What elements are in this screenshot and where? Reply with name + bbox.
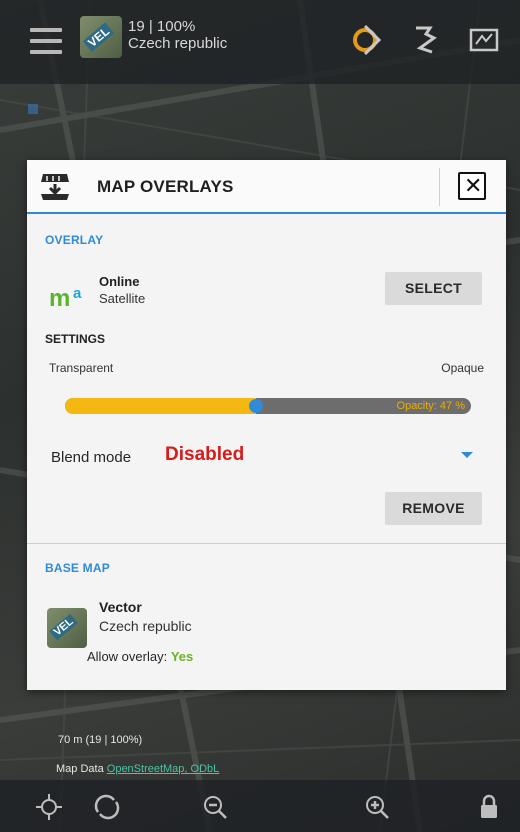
svg-text:m: m	[49, 285, 70, 308]
rotate-map-icon[interactable]	[94, 794, 120, 820]
overlay-type: Satellite	[99, 291, 146, 306]
map-attribution: Map Data OpenStreetMap, ODbL	[56, 763, 219, 775]
map-data-label: Map Data	[56, 763, 104, 775]
menu-icon[interactable]	[30, 28, 62, 54]
allow-overlay: Allow overlay: Yes	[87, 649, 193, 664]
dropdown-arrow-icon[interactable]	[461, 452, 473, 458]
map-status: 19 | 100% Czech republic	[128, 18, 227, 52]
mapquest-logo-icon: m a	[49, 285, 82, 308]
lock-icon[interactable]	[476, 794, 502, 820]
zoom-in-icon[interactable]	[364, 794, 390, 820]
map-layers-icon	[41, 174, 69, 200]
svg-text:a: a	[73, 285, 82, 302]
overlay-section-label: OVERLAY	[45, 233, 104, 247]
allow-overlay-value: Yes	[170, 649, 194, 664]
map-manager-icon[interactable]	[468, 24, 500, 56]
base-map-section-label: BASE MAP	[45, 561, 110, 575]
zoom-status: 19 | 100%	[128, 18, 196, 35]
gps-icon[interactable]	[349, 24, 381, 56]
section-divider	[27, 543, 506, 544]
blend-mode-label: Blend mode	[51, 449, 132, 466]
blend-mode-value[interactable]: Disabled	[165, 444, 244, 466]
transparent-label: Transparent	[49, 361, 114, 375]
dialog-title: MAP OVERLAYS	[97, 177, 234, 196]
vector-map-icon: VEL	[47, 608, 87, 648]
map-poi-icon	[28, 104, 38, 114]
top-toolbar: VEL 19 | 100% Czech republic	[0, 0, 520, 84]
base-map-name: Vector	[99, 599, 142, 615]
close-button[interactable]: ✕	[458, 172, 486, 200]
select-button[interactable]: SELECT	[385, 272, 482, 305]
map-icon[interactable]: VEL	[80, 16, 122, 58]
overlay-name: Online	[99, 274, 140, 289]
map-region: Czech republic	[128, 35, 228, 52]
map-overlays-dialog: MAP OVERLAYS ✕ OVERLAY m a Online Satell…	[27, 160, 506, 690]
close-icon: ✕	[464, 173, 483, 198]
header-divider	[439, 168, 440, 206]
opacity-value: Opacity: 47 %	[396, 400, 465, 412]
route-icon[interactable]	[410, 24, 442, 56]
zoom-out-icon[interactable]	[202, 794, 228, 820]
center-position-icon[interactable]	[36, 794, 62, 820]
opacity-slider[interactable]: Opacity: 47 %	[65, 398, 471, 414]
opaque-label: Opaque	[441, 361, 484, 375]
map-scale: 70 m (19 | 100%)	[58, 734, 143, 746]
base-map-region: Czech republic	[99, 618, 192, 634]
dialog-header: MAP OVERLAYS ✕	[27, 160, 506, 214]
opacity-slider-fill	[65, 398, 256, 414]
remove-button[interactable]: REMOVE	[385, 492, 482, 525]
map-data-link[interactable]: OpenStreetMap, ODbL	[107, 763, 220, 775]
bottom-toolbar	[0, 780, 520, 832]
opacity-slider-handle[interactable]	[249, 399, 263, 413]
settings-section-label: SETTINGS	[45, 332, 106, 346]
allow-overlay-label: Allow overlay:	[87, 649, 168, 664]
